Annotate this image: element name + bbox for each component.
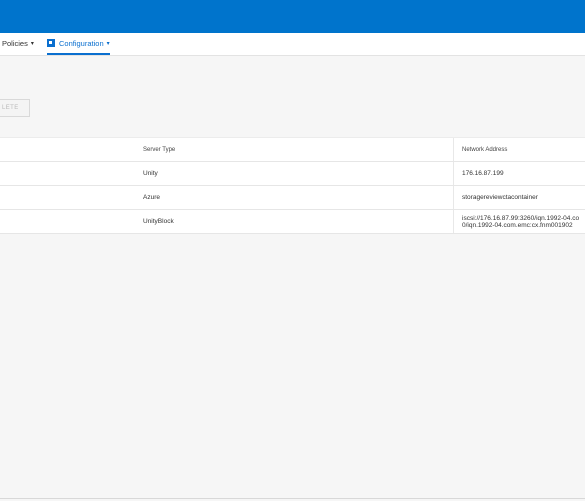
delete-button-label: LETE [2,105,19,111]
nav-policies[interactable]: Policies ▾ [2,33,34,54]
server-type-cell: Unity [143,170,158,177]
network-address-line: iscsi://176.16.87.99:3260/iqn.1992-04.co [462,214,580,222]
delete-button[interactable]: LETE [0,99,30,117]
table-row[interactable]: Unity 176.16.87.199 [0,162,585,186]
chevron-down-icon: ▾ [30,41,34,47]
nav-configuration[interactable]: Configuration ▾ [47,33,110,55]
network-address-line: 0/iqn.1992-04.com.emc:cx.fnm001902 [462,221,573,229]
column-divider [453,210,454,233]
content-area [0,56,585,501]
nav-configuration-label: Configuration [59,38,104,48]
app-header-bar [0,0,585,33]
column-divider [453,138,454,161]
column-header-server-type[interactable]: Server Type [143,138,443,161]
network-address-cell: 176.16.87.199 [462,170,504,177]
column-divider [453,162,454,185]
chevron-down-icon: ▾ [106,40,110,47]
column-header-network-address[interactable]: Network Address [462,138,585,161]
main-nav: Policies ▾ Configuration ▾ [0,33,585,56]
table-row[interactable]: Azure storagereviewctacontainer [0,186,585,210]
column-divider [453,186,454,209]
configuration-icon [47,39,55,47]
network-address-cell: storagereviewctacontainer [462,194,538,201]
servers-table: Server Type Network Address Unity 176.16… [0,137,585,234]
table-header-row: Server Type Network Address [0,137,585,162]
server-type-cell: UnityBlock [143,218,174,225]
nav-policies-label: Policies [2,39,28,48]
footer-divider [0,498,585,499]
table-row[interactable]: UnityBlock iscsi://176.16.87.99:3260/iqn… [0,210,585,234]
network-address-cell: iscsi://176.16.87.99:3260/iqn.1992-04.co… [462,210,585,233]
server-type-cell: Azure [143,194,160,201]
